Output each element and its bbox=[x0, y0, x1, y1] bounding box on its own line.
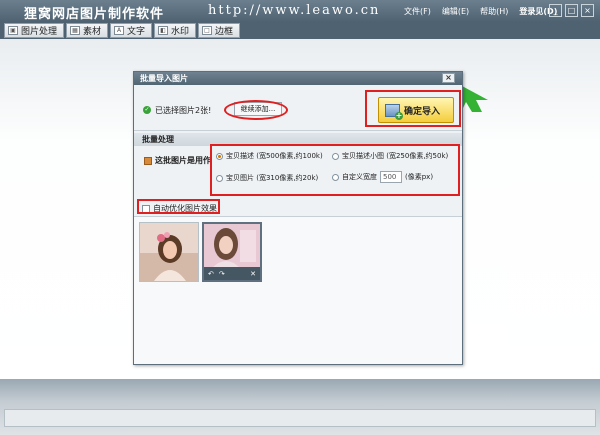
rotate-left-icon[interactable]: ↶ bbox=[208, 270, 214, 278]
radio-item-description-small[interactable]: 宝贝描述小图 (宽250像素,约50k) bbox=[332, 151, 448, 161]
radio-icon bbox=[332, 173, 339, 181]
tab-watermark[interactable]: ◧ 水印 bbox=[154, 23, 196, 38]
import-icon bbox=[385, 103, 403, 120]
optimize-checkbox[interactable]: 自动优化图片效果 bbox=[142, 203, 217, 214]
custom-width-input[interactable]: 500 bbox=[380, 171, 402, 183]
menu-edit[interactable]: 编辑(E) bbox=[442, 6, 469, 17]
status-bar bbox=[0, 379, 600, 435]
usage-icon bbox=[144, 156, 152, 165]
menu-bar: 文件(F) 编辑(E) 帮助(H) 登录见(D) bbox=[404, 6, 568, 17]
radio-icon bbox=[216, 174, 223, 182]
menu-file[interactable]: 文件(F) bbox=[404, 6, 431, 17]
dialog-title: 批量导入图片 bbox=[140, 74, 188, 83]
dialog-top-section: ✓ 已选择图片2张! 继续添加... 确定导入 bbox=[134, 85, 462, 131]
thumbnail-2-selected[interactable]: ↶ ↷ ✕ bbox=[202, 222, 262, 282]
radio-detail: (宽250像素,约50k) bbox=[386, 152, 449, 160]
thumbnail-1[interactable] bbox=[139, 222, 199, 282]
window-controls: _ □ × bbox=[546, 4, 594, 17]
watermark-icon: ◧ bbox=[158, 26, 168, 35]
radio-icon bbox=[332, 152, 339, 160]
material-icon: ▦ bbox=[70, 26, 80, 35]
app-title: 狸窝网店图片制作软件 bbox=[24, 7, 165, 22]
tab-label: 边框 bbox=[215, 27, 234, 37]
tab-label: 图片处理 bbox=[21, 27, 58, 37]
selected-count-text: 已选择图片2张! bbox=[155, 106, 212, 115]
radio-detail: (宽500像素,约100k) bbox=[256, 152, 323, 160]
image-icon: ▣ bbox=[8, 26, 18, 35]
radio-label: 宝贝图片 bbox=[226, 174, 254, 182]
tab-text[interactable]: A 文字 bbox=[110, 23, 152, 38]
dialog-title-bar: 批量导入图片 × bbox=[134, 72, 462, 85]
use-as-label: 这批图片是用作 bbox=[144, 155, 211, 166]
radio-label: 自定义宽度 bbox=[342, 173, 377, 181]
radio-label: 宝贝描述 bbox=[226, 152, 254, 160]
minimize-button[interactable]: _ bbox=[549, 4, 562, 17]
radio-selected-icon bbox=[216, 152, 223, 160]
radio-item-description[interactable]: 宝贝描述 (宽500像素,约100k) bbox=[216, 151, 323, 161]
tab-border[interactable]: □ 边框 bbox=[198, 23, 240, 38]
check-icon: ✓ bbox=[143, 106, 151, 114]
photo-woman-2 bbox=[204, 224, 260, 268]
rotate-right-icon[interactable]: ↷ bbox=[219, 270, 225, 278]
tab-label: 文字 bbox=[127, 27, 146, 37]
confirm-import-button[interactable]: 确定导入 bbox=[378, 97, 454, 123]
title-bar: 狸窝网店图片制作软件 http://www.leawo.cn 文件(F) 编辑(… bbox=[0, 0, 600, 22]
photo-woman-1 bbox=[140, 223, 198, 281]
thumbnail-toolbar: ↶ ↷ ✕ bbox=[204, 267, 260, 280]
tab-image-process[interactable]: ▣ 图片处理 bbox=[4, 23, 64, 38]
tool-tabbar: ▣ 图片处理 ▦ 素材 A 文字 ◧ 水印 □ 边框 bbox=[0, 22, 600, 39]
tab-label: 水印 bbox=[171, 27, 190, 37]
menu-help[interactable]: 帮助(H) bbox=[480, 6, 508, 17]
tab-label: 素材 bbox=[83, 27, 102, 37]
radio-item-custom-width[interactable]: 自定义宽度 500 (像素px) bbox=[332, 171, 433, 183]
use-as-text: 这批图片是用作 bbox=[155, 156, 211, 165]
confirm-import-label: 确定导入 bbox=[404, 106, 441, 117]
arrow-pointer-icon bbox=[462, 86, 488, 112]
thumbnail-area: ↶ ↷ ✕ bbox=[134, 216, 462, 364]
text-icon: A bbox=[114, 26, 124, 35]
radio-item-product-image[interactable]: 宝贝图片 (宽310像素,约20k) bbox=[216, 173, 318, 183]
app-url: http://www.leawo.cn bbox=[208, 3, 381, 18]
delete-icon[interactable]: ✕ bbox=[250, 270, 256, 278]
status-line bbox=[4, 409, 596, 427]
radio-detail: (宽310像素,约20k) bbox=[256, 174, 319, 182]
batch-section-title: 批量处理 bbox=[134, 133, 462, 146]
maximize-button[interactable]: □ bbox=[565, 4, 578, 17]
radio-detail: (像素px) bbox=[405, 173, 434, 181]
optimize-label: 自动优化图片效果 bbox=[153, 204, 217, 213]
batch-import-dialog: 批量导入图片 × ✓ 已选择图片2张! 继续添加... 确定导入 批量处理 这批… bbox=[133, 71, 463, 365]
checkbox-icon bbox=[142, 204, 150, 213]
close-window-button[interactable]: × bbox=[581, 4, 594, 17]
add-more-button[interactable]: 继续添加... bbox=[234, 102, 282, 116]
dialog-close-button[interactable]: × bbox=[442, 73, 455, 83]
radio-label: 宝贝描述小图 bbox=[342, 152, 384, 160]
border-icon: □ bbox=[202, 26, 212, 35]
tab-material[interactable]: ▦ 素材 bbox=[66, 23, 108, 38]
